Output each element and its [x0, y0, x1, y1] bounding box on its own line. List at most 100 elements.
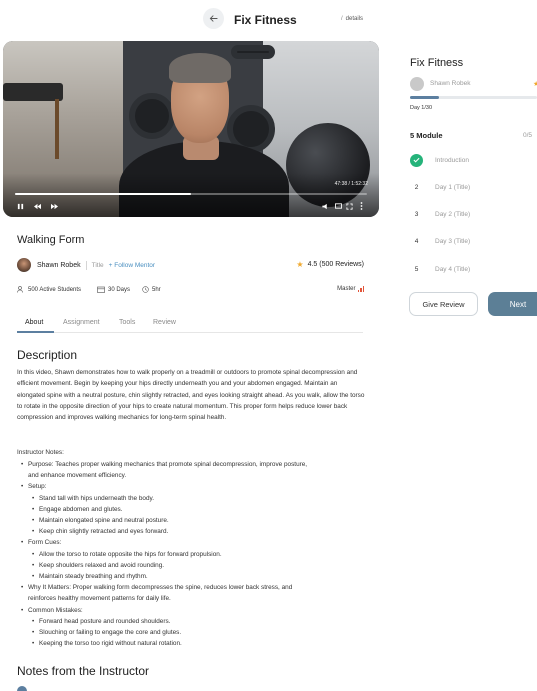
panel-title: Fix Fitness: [410, 57, 464, 69]
give-review-button[interactable]: Give Review: [409, 292, 478, 316]
list-item: Stand tall with hips underneath the body…: [17, 493, 367, 504]
volume-button[interactable]: [320, 201, 330, 211]
tab-review[interactable]: Review: [153, 319, 176, 326]
video-frame-shelf: [3, 83, 63, 101]
video-frame-weight-plate: [129, 93, 175, 139]
list-item: Allow the torso to rotate opposite the h…: [17, 549, 367, 560]
rating-value: 4.5 (500 Reviews): [307, 261, 364, 268]
list-item: Purpose: Teaches proper walking mechanic…: [17, 459, 367, 470]
course-title: Walking Form: [17, 234, 85, 246]
pause-button[interactable]: [15, 201, 25, 211]
mentor-role: Title: [91, 261, 104, 269]
module-label: Day 3 (Title): [435, 237, 471, 245]
follow-mentor-button[interactable]: + Follow Mentor: [109, 262, 155, 269]
mentor-name[interactable]: Shawn Robek: [37, 262, 81, 269]
duration-days: 30 Days: [108, 286, 131, 293]
module-item-day-2[interactable]: 3 Day 2 (Title): [410, 206, 537, 222]
list-item: Keep shoulders relaxed and avoid roundin…: [17, 560, 367, 571]
list-item: Common Mistakes:: [17, 605, 367, 616]
arrow-left-icon: [209, 15, 218, 22]
star-icon: ★: [296, 260, 304, 269]
next-button[interactable]: Next: [488, 292, 537, 316]
level-badge: Master: [337, 286, 364, 292]
fullscreen-button[interactable]: [344, 201, 354, 211]
video-frame-table: [55, 99, 59, 159]
list-item: Maintain elongated spine and neutral pos…: [17, 515, 367, 526]
clock-icon: [142, 286, 149, 293]
content-tabs: About Assignment Tools Review: [17, 314, 363, 333]
list-item: Why It Matters: Proper walking form deco…: [17, 582, 367, 593]
fullscreen-alt-button[interactable]: [333, 201, 343, 211]
active-tab-indicator: [17, 331, 54, 333]
tab-assignment[interactable]: Assignment: [63, 319, 100, 326]
module-label: Day 1 (Title): [435, 183, 471, 191]
description-heading: Description: [17, 348, 78, 362]
more-options-button[interactable]: [356, 201, 366, 211]
mentor-row: Shawn Robek Title + Follow Mentor ★ 4.5 …: [17, 257, 367, 273]
day-counter: Day 1/30: [410, 105, 433, 111]
days-meta: 30 Days: [97, 286, 130, 293]
list-item: Maintain steady breathing and rhythm.: [17, 571, 367, 582]
list-item: Slouching or failing to engage the core …: [17, 627, 367, 638]
video-progress-fill: [15, 193, 191, 195]
list-item: Keep chin slightly retracted and eyes fo…: [17, 526, 367, 537]
breadcrumb: / details: [341, 16, 363, 22]
calendar-icon: [97, 286, 105, 293]
theater-mode-icon: [334, 203, 342, 209]
pause-icon: [17, 203, 23, 209]
back-button[interactable]: [203, 8, 224, 29]
module-number: 3: [414, 210, 419, 218]
more-vertical-icon: [360, 202, 362, 210]
signal-bars-icon: [357, 286, 364, 292]
notes-heading: Notes from the Instructor: [17, 664, 150, 678]
module-item-introduction[interactable]: Introduction: [410, 152, 537, 168]
level-label: Master: [337, 286, 356, 292]
panel-mentor-name: Shawn Robek: [430, 80, 471, 87]
list-item: Keeping the torso too rigid without natu…: [17, 638, 367, 649]
list-item: Engage abdomen and glutes.: [17, 504, 367, 515]
students-meta: 500 Active Students: [17, 286, 81, 293]
video-player[interactable]: 47:38 / 1:52:32: [3, 41, 379, 217]
video-frame-instructor-hair: [169, 53, 231, 83]
top-bar: Fix Fitness / details: [0, 0, 537, 40]
video-timestamp: 47:38 / 1:52:32: [334, 181, 368, 187]
list-item: Forward head posture and rounded shoulde…: [17, 616, 367, 627]
module-label: Introduction: [435, 156, 469, 164]
rewind-icon: [33, 203, 41, 209]
list-item-continuation: and enhance movement efficiency.: [28, 472, 127, 480]
course-rating[interactable]: ★ 4.5 (500 Reviews): [296, 260, 364, 269]
instructor-notes-list: Purpose: Teaches proper walking mechanic…: [17, 459, 367, 650]
fast-forward-icon: [50, 203, 58, 209]
modules-heading: 5 Module: [410, 131, 443, 140]
note-avatar: [17, 686, 27, 691]
forward-button[interactable]: [48, 201, 60, 211]
description-text: In this video, Shawn demonstrates how to…: [17, 369, 365, 422]
module-item-day-4[interactable]: 5 Day 4 (Title): [410, 261, 537, 277]
users-icon: [17, 286, 23, 293]
duration-hours: 5hr: [152, 286, 161, 293]
course-meta: 500 Active Students 30 Days 5hr Master: [17, 286, 367, 296]
module-number: 5: [414, 265, 419, 273]
page-title: Fix Fitness: [234, 13, 297, 27]
tab-about[interactable]: About: [25, 319, 43, 326]
video-frame-weight-plate: [231, 45, 275, 59]
list-item-continuation: reinforces healthy movement patterns for…: [28, 595, 171, 603]
rewind-button[interactable]: [31, 201, 43, 211]
students-count: 500 Active Students: [28, 286, 82, 293]
module-label: Day 4 (Title): [435, 265, 471, 273]
avatar: [410, 77, 424, 91]
avatar[interactable]: [17, 258, 31, 272]
module-item-day-1[interactable]: 2 Day 1 (Title): [410, 179, 537, 195]
video-progress-bar[interactable]: [15, 193, 367, 195]
check-circle-icon: [410, 153, 423, 167]
course-progress-fill: [410, 96, 440, 99]
breadcrumb-item-details[interactable]: details: [346, 16, 363, 22]
instructor-notes-label: Instructor Notes:: [17, 449, 64, 456]
volume-icon: [322, 203, 327, 209]
course-progress-bar: [410, 96, 537, 99]
module-item-day-3[interactable]: 4 Day 3 (Title): [410, 233, 537, 249]
star-icon: ★: [533, 81, 537, 88]
tab-tools[interactable]: Tools: [119, 319, 135, 326]
divider: [85, 260, 87, 270]
module-label: Day 2 (Title): [435, 210, 471, 218]
